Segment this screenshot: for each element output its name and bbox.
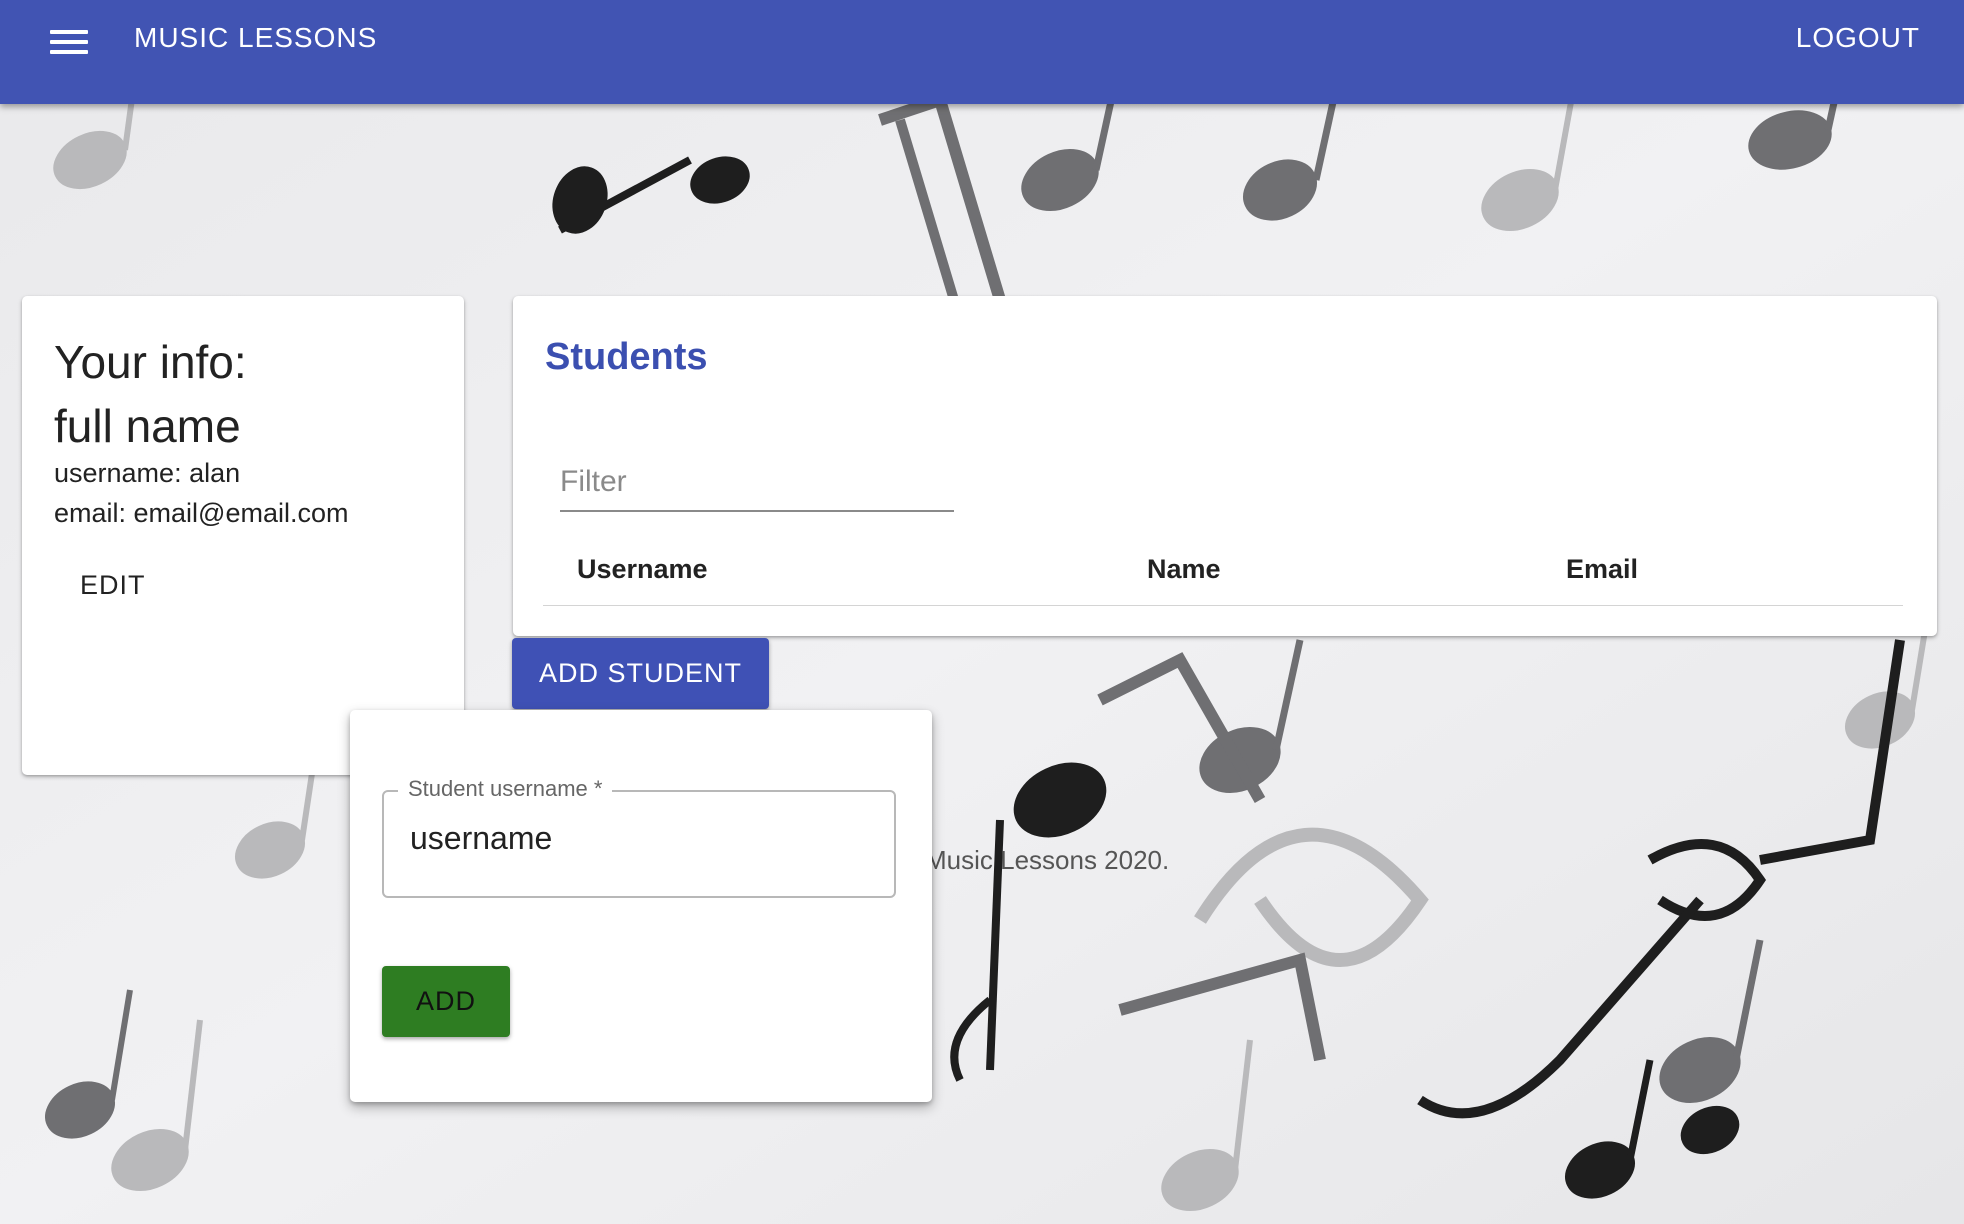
add-button[interactable]: ADD: [382, 966, 510, 1037]
full-name: full name: [54, 400, 241, 452]
column-header-username[interactable]: Username: [577, 554, 708, 585]
app-bar: MUSIC LESSONS LOGOUT: [0, 0, 1964, 104]
username-line: username: alan: [54, 458, 241, 488]
hamburger-menu-icon[interactable]: [50, 30, 90, 54]
app-title: MUSIC LESSONS: [134, 22, 378, 53]
column-header-name[interactable]: Name: [1147, 554, 1221, 585]
add-student-button[interactable]: ADD STUDENT: [512, 638, 769, 709]
logout-button[interactable]: LOGOUT: [1796, 22, 1920, 54]
info-heading-label: Your info:: [54, 336, 247, 388]
students-card: Students Username Name Email: [513, 296, 1937, 636]
column-header-email[interactable]: Email: [1566, 554, 1638, 585]
user-info-card: Your info: full name username: alan emai…: [22, 296, 464, 775]
footer-text: Music Lessons 2020.: [925, 845, 1170, 875]
student-username-label: Student username *: [398, 776, 613, 802]
table-header-divider: [543, 605, 1903, 606]
edit-button[interactable]: EDIT: [80, 570, 146, 601]
filter-input[interactable]: [560, 454, 954, 512]
student-username-field[interactable]: Student username *: [382, 776, 896, 898]
info-heading: Your info: full name: [54, 330, 247, 458]
add-student-popover: Student username * ADD: [350, 710, 932, 1102]
email-line: email: email@email.com: [54, 498, 349, 528]
students-title: Students: [545, 336, 708, 378]
student-username-input[interactable]: [410, 820, 870, 857]
